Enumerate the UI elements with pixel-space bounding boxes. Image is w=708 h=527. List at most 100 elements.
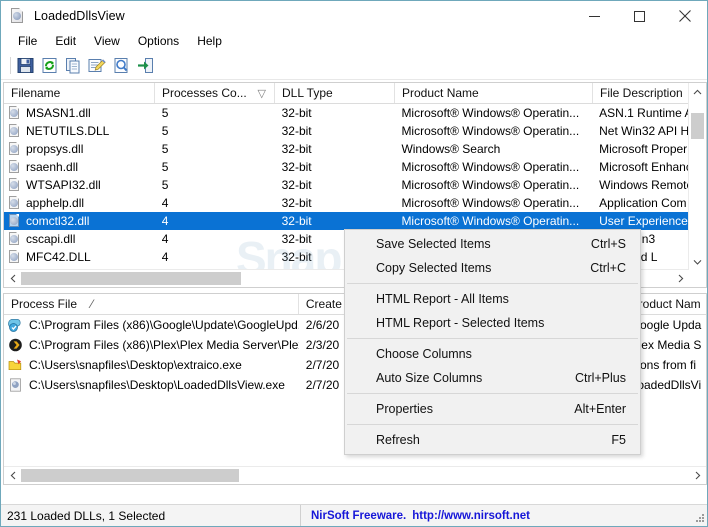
scroll-down-icon[interactable]	[689, 253, 706, 270]
menu-item-label: Properties	[376, 402, 433, 416]
find-icon[interactable]	[110, 55, 132, 77]
refresh-icon[interactable]	[38, 55, 60, 77]
nirsoft-website-link[interactable]: http://www.nirsoft.net	[412, 510, 530, 522]
table-row[interactable]: comctl32.dll 4 32-bit Microsoft® Windows…	[4, 212, 693, 230]
cell-file-description: Windows Remote	[599, 178, 693, 192]
menu-item-label: Refresh	[376, 433, 420, 447]
extraico-icon	[8, 358, 24, 373]
properties-icon[interactable]	[86, 55, 108, 77]
cell-filename: cscapi.dll	[26, 232, 76, 246]
column-header-dll-type[interactable]: DLL Type	[275, 83, 395, 103]
cell-dll-type: 32-bit	[281, 106, 312, 120]
save-icon[interactable]	[14, 55, 36, 77]
menu-item-save-selected-items[interactable]: Save Selected Items Ctrl+S	[345, 232, 640, 256]
status-freeware-pane: NirSoft Freeware. http://www.nirsoft.net	[301, 505, 707, 526]
status-bar: 231 Loaded DLLs, 1 Selected NirSoft Free…	[1, 504, 707, 526]
menu-separator	[347, 393, 638, 394]
app-document-icon	[10, 8, 26, 24]
cell-product-name: Microsoft® Windows® Operatin...	[401, 178, 580, 192]
column-header-label: Filename	[11, 86, 61, 100]
column-header-process-file[interactable]: Process File ⁄	[4, 294, 299, 314]
menu-item-properties[interactable]: Properties Alt+Enter	[345, 397, 640, 421]
table-row[interactable]: MSASN1.dll 5 32-bit Microsoft® Windows® …	[4, 104, 693, 122]
dll-list-vertical-scrollbar[interactable]	[688, 83, 706, 270]
cell-file-description: ASN.1 Runtime A	[599, 106, 693, 120]
menu-item-refresh[interactable]: Refresh F5	[345, 428, 640, 452]
scroll-left-icon[interactable]	[4, 467, 21, 484]
menu-item-choose-columns[interactable]: Choose Columns	[345, 342, 640, 366]
table-row[interactable]: NETUTILS.DLL 5 32-bit Microsoft® Windows…	[4, 122, 693, 140]
cell-filename: WTSAPI32.dll	[26, 178, 101, 192]
cell-file-description: Net Win32 API He	[599, 124, 693, 138]
column-header-processes-count[interactable]: Processes Co... ▽	[155, 83, 275, 103]
menu-separator	[347, 283, 638, 284]
minimize-button[interactable]	[572, 1, 617, 31]
menu-item-html-report-selected-items[interactable]: HTML Report - Selected Items	[345, 311, 640, 335]
cell-processes-count: 5	[161, 142, 169, 156]
column-header-label: Product Nam	[630, 297, 701, 311]
dll-file-icon	[8, 196, 21, 210]
maximize-button[interactable]	[617, 1, 662, 31]
menu-item-copy-selected-items[interactable]: Copy Selected Items Ctrl+C	[345, 256, 640, 280]
google-update-icon	[8, 318, 24, 333]
menu-separator	[347, 424, 638, 425]
cell-processes-count: 5	[161, 106, 169, 120]
menu-edit[interactable]: Edit	[46, 32, 85, 51]
menu-item-accelerator: Ctrl+S	[590, 237, 626, 251]
scrollbar-thumb[interactable]	[691, 113, 704, 139]
cell-filename: apphelp.dll	[26, 196, 85, 210]
table-row[interactable]: apphelp.dll 4 32-bit Microsoft® Windows®…	[4, 194, 693, 212]
column-header-label: Processes Co...	[162, 86, 247, 100]
menu-item-label: Choose Columns	[376, 347, 472, 361]
menu-separator	[347, 338, 638, 339]
column-header-file-description[interactable]: File Description	[593, 83, 694, 103]
table-row[interactable]: propsys.dll 5 32-bit Windows® Search Mic…	[4, 140, 693, 158]
table-row[interactable]: WTSAPI32.dll 5 32-bit Microsoft® Windows…	[4, 176, 693, 194]
cell-processes-count: 4	[161, 250, 169, 264]
cell-processes-count: 4	[161, 232, 169, 246]
process-list-horizontal-scrollbar[interactable]	[4, 466, 706, 484]
column-header-label: Product Name	[402, 86, 479, 100]
resize-grip[interactable]	[693, 512, 705, 524]
status-count: 231 Loaded DLLs, 1 Selected	[1, 505, 301, 526]
cell-processes-count: 5	[161, 160, 169, 174]
table-row[interactable]: rsaenh.dll 5 32-bit Microsoft® Windows® …	[4, 158, 693, 176]
cell-process-path: C:\Program Files (x86)\Google\Update\Goo…	[29, 318, 299, 332]
menu-item-accelerator: F5	[611, 433, 626, 447]
close-button[interactable]	[662, 1, 707, 31]
menu-item-label: Auto Size Columns	[376, 371, 483, 385]
scrollbar-thumb[interactable]	[21, 469, 239, 482]
menu-item-label: Save Selected Items	[376, 237, 491, 251]
column-header-product-name[interactable]: Product Name	[395, 83, 593, 103]
scrollbar-track[interactable]	[21, 467, 689, 484]
menu-view[interactable]: View	[85, 32, 129, 51]
column-header-label: Process File	[11, 297, 78, 311]
menu-options[interactable]: Options	[129, 32, 188, 51]
column-header-filename[interactable]: Filename	[4, 83, 155, 103]
cell-filename: propsys.dll	[26, 142, 84, 156]
scroll-right-icon[interactable]	[672, 270, 689, 287]
cell-product-name: Windows® Search	[401, 142, 501, 156]
scroll-right-icon[interactable]	[689, 467, 706, 484]
menu-file[interactable]: File	[9, 32, 46, 51]
exit-icon[interactable]	[134, 55, 156, 77]
cell-processes-count: 4	[161, 196, 169, 210]
copy-icon[interactable]	[62, 55, 84, 77]
menu-item-auto-size-columns[interactable]: Auto Size Columns Ctrl+Plus	[345, 366, 640, 390]
column-header-label: Create	[305, 297, 342, 311]
cell-processes-count: 4	[161, 214, 169, 228]
scrollbar-thumb[interactable]	[21, 272, 241, 285]
menu-help[interactable]: Help	[188, 32, 231, 51]
scroll-left-icon[interactable]	[4, 270, 21, 287]
menu-item-label: Copy Selected Items	[376, 261, 492, 275]
dll-file-icon	[8, 142, 21, 156]
context-menu: Save Selected Items Ctrl+S Copy Selected…	[344, 229, 641, 455]
menu-item-html-report-all-items[interactable]: HTML Report - All Items	[345, 287, 640, 311]
cell-process-path: C:\Users\snapfiles\Desktop\LoadedDllsVie…	[29, 378, 285, 392]
loadeddllsview-icon	[8, 377, 24, 393]
cell-dll-type: 32-bit	[281, 124, 312, 138]
dll-file-icon	[8, 160, 21, 174]
scroll-up-icon[interactable]	[689, 83, 706, 100]
cell-product-name: Microsoft® Windows® Operatin...	[401, 160, 580, 174]
cell-dll-type: 32-bit	[281, 142, 312, 156]
